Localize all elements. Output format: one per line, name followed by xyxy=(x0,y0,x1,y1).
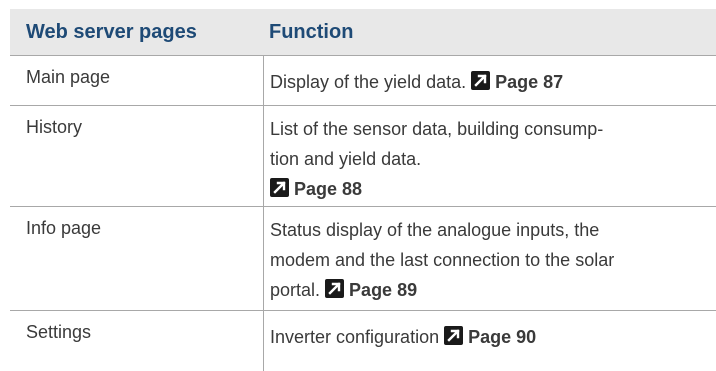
page-reference-label: Page 87 xyxy=(495,72,564,92)
table-header: Web server pages Function xyxy=(10,9,716,55)
header-function: Function xyxy=(269,20,354,43)
page-reference-link[interactable]: Page 87 xyxy=(471,71,564,92)
function-cell: Status display of the analogue inputs, t… xyxy=(263,207,716,310)
page-name-cell: Info page xyxy=(26,218,102,238)
arrow-up-right-icon xyxy=(270,178,289,197)
arrow-up-right-icon xyxy=(325,279,345,298)
function-cell: List of the sensor data, building consum… xyxy=(263,106,716,206)
page-reference-link[interactable]: Page 90 xyxy=(444,326,537,347)
page-name-cell: Main page xyxy=(26,67,111,87)
table-row: Info page Status display of the analogue… xyxy=(10,206,716,310)
header-web-server-pages: Web server pages xyxy=(26,20,197,43)
function-cell: Inverter configuration Page 90 xyxy=(263,311,716,371)
function-text: Display of the yield data. xyxy=(270,72,467,92)
function-text-line: List of the sensor data, building consum… xyxy=(270,119,604,139)
page-name-cell: History xyxy=(26,117,83,137)
page-name-cell: Settings xyxy=(26,322,92,342)
web-server-pages-table: Web server pages Function Main page Disp… xyxy=(10,9,716,371)
function-text: Inverter configuration xyxy=(270,327,440,347)
table-row: History List of the sensor data, buildin… xyxy=(10,105,716,206)
page-reference-label: Page 88 xyxy=(294,179,363,199)
page-reference-label: Page 89 xyxy=(349,280,418,300)
function-text-line: portal. xyxy=(270,280,321,300)
arrow-up-right-icon xyxy=(471,71,491,90)
function-text-line: modem and the last connection to the sol… xyxy=(270,250,615,270)
function-text-line: tion and yield data. xyxy=(270,149,422,169)
table-row: Settings Inverter configuration Page 90 xyxy=(10,310,716,371)
page-reference-link[interactable]: Page 88 xyxy=(270,178,363,199)
function-text-line: Status display of the analogue inputs, t… xyxy=(270,220,600,240)
page-reference-link[interactable]: Page 89 xyxy=(325,279,418,300)
table-row: Main page Display of the yield data. Pag… xyxy=(10,55,716,105)
page-reference-label: Page 90 xyxy=(468,327,537,347)
function-cell: Display of the yield data. Page 87 xyxy=(263,56,716,105)
arrow-up-right-icon xyxy=(444,326,464,345)
